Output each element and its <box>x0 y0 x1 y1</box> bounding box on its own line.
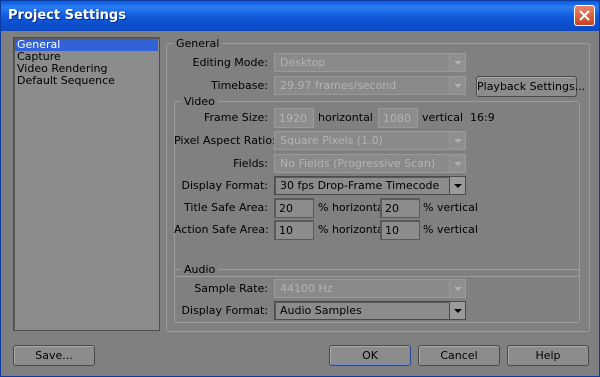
frame-height-field[interactable]: 1080 <box>378 108 418 128</box>
timebase-label: Timebase: <box>211 79 268 92</box>
fields-label: Fields: <box>233 157 268 170</box>
pixel-aspect-dropdown[interactable]: Square Pixels (1.0) <box>274 131 466 150</box>
title-safe-horizontal-field[interactable]: 20 <box>274 198 314 218</box>
pixel-aspect-label: Pixel Aspect Ratio: <box>174 134 276 147</box>
sample-rate-label: Sample Rate: <box>194 282 268 295</box>
action-safe-horizontal-field[interactable]: 10 <box>274 220 314 240</box>
dialog-body: General Capture Video Rendering Default … <box>4 31 596 374</box>
title-safe-vertical-unit: % vertical <box>423 201 478 214</box>
sample-rate-value: 44100 Hz <box>280 282 333 295</box>
category-list[interactable]: General Capture Video Rendering Default … <box>13 37 160 331</box>
frame-aspect-label: 16:9 <box>470 111 495 124</box>
sample-rate-dropdown[interactable]: 44100 Hz <box>274 279 466 298</box>
frame-width-field[interactable]: 1920 <box>274 108 314 128</box>
editing-mode-label: Editing Mode: <box>192 56 269 69</box>
title-safe-vertical-value: 20 <box>385 202 399 215</box>
playback-settings-button[interactable]: Playback Settings... <box>476 76 585 97</box>
fields-dropdown[interactable]: No Fields (Progressive Scan) <box>274 154 466 173</box>
frame-width-value: 1920 <box>279 112 307 125</box>
title-bar[interactable]: Project Settings <box>1 1 599 31</box>
video-group-legend: Video <box>181 95 218 108</box>
frame-vertical-label: vertical <box>422 111 464 124</box>
chevron-down-icon <box>449 177 465 194</box>
action-safe-vertical-value: 10 <box>385 224 399 237</box>
title-safe-horizontal-value: 20 <box>279 202 293 215</box>
chevron-down-icon <box>449 54 465 71</box>
frame-horizontal-label: horizontal <box>318 111 373 124</box>
chevron-down-icon <box>449 280 465 297</box>
ok-button[interactable]: OK <box>329 345 411 366</box>
action-safe-horizontal-unit: % horizontal <box>318 223 387 236</box>
timebase-value: 29.97 frames/second <box>280 79 397 92</box>
audio-display-format-dropdown[interactable]: Audio Samples <box>274 301 466 320</box>
pixel-aspect-value: Square Pixels (1.0) <box>280 134 383 147</box>
video-display-format-value: 30 fps Drop-Frame Timecode <box>280 179 440 192</box>
editing-mode-dropdown[interactable]: Desktop <box>274 53 466 72</box>
video-display-format-label: Display Format: <box>181 179 268 192</box>
action-safe-vertical-unit: % vertical <box>423 223 478 236</box>
title-safe-horizontal-unit: % horizontal <box>318 201 387 214</box>
close-icon <box>579 10 590 21</box>
project-settings-dialog: Project Settings General Capture Video R… <box>0 0 600 377</box>
chevron-down-icon <box>449 302 465 319</box>
chevron-down-icon <box>449 77 465 94</box>
action-safe-vertical-field[interactable]: 10 <box>380 220 420 240</box>
fields-value: No Fields (Progressive Scan) <box>280 157 436 170</box>
title-safe-vertical-field[interactable]: 20 <box>380 198 420 218</box>
timebase-dropdown[interactable]: 29.97 frames/second <box>274 76 466 95</box>
help-button[interactable]: Help <box>507 345 589 366</box>
editing-mode-value: Desktop <box>280 56 326 69</box>
close-button[interactable] <box>574 5 595 26</box>
window-title: Project Settings <box>8 8 126 23</box>
general-group-legend: General <box>173 37 223 50</box>
audio-display-format-label: Display Format: <box>181 304 268 317</box>
video-display-format-dropdown[interactable]: 30 fps Drop-Frame Timecode <box>274 176 466 195</box>
chevron-down-icon <box>449 132 465 149</box>
chevron-down-icon <box>449 155 465 172</box>
category-item-default-sequence[interactable]: Default Sequence <box>15 75 158 87</box>
action-safe-horizontal-value: 10 <box>279 224 293 237</box>
audio-display-format-value: Audio Samples <box>280 304 362 317</box>
action-safe-label: Action Safe Area: <box>174 223 269 236</box>
cancel-button[interactable]: Cancel <box>418 345 500 366</box>
frame-height-value: 1080 <box>383 112 411 125</box>
audio-group-legend: Audio <box>181 263 219 276</box>
save-button[interactable]: Save... <box>13 345 95 366</box>
title-safe-label: Title Safe Area: <box>184 201 268 214</box>
frame-size-label: Frame Size: <box>203 111 268 124</box>
